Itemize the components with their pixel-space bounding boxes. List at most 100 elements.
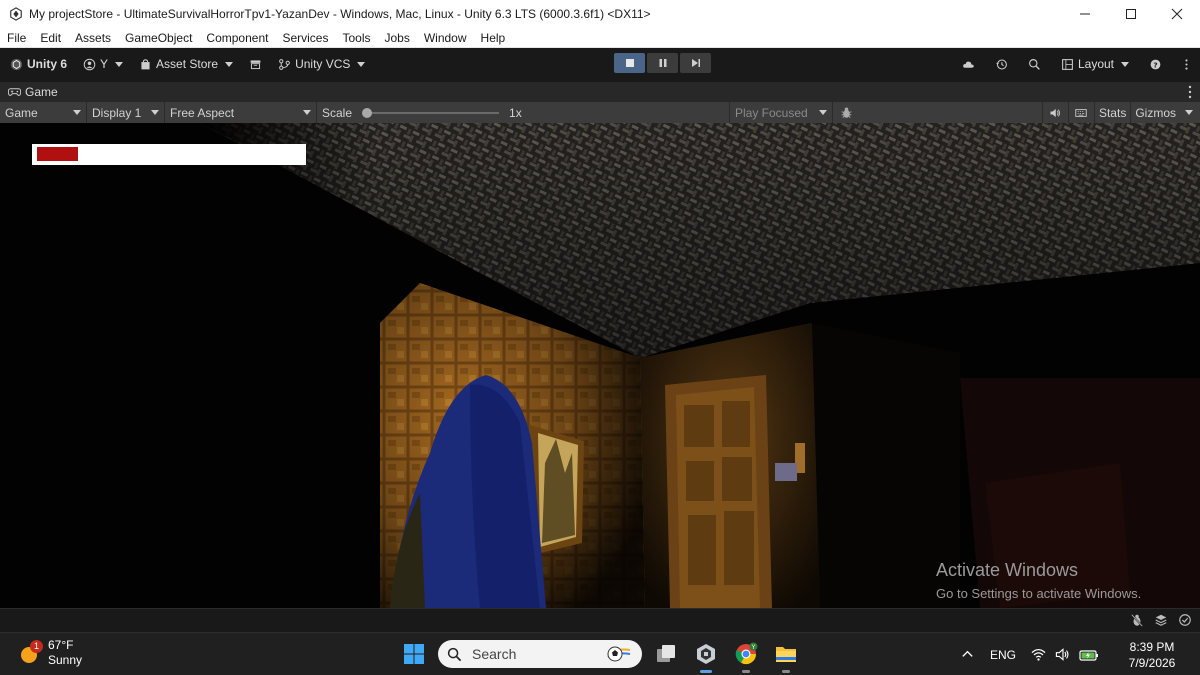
unity-hub-taskbar-button[interactable] xyxy=(690,638,722,673)
chrome-taskbar-button[interactable]: Y xyxy=(730,638,762,673)
menu-gameobject[interactable]: GameObject xyxy=(118,28,199,48)
help-icon: ? xyxy=(1150,59,1161,69)
scale-control: Scale 1x xyxy=(317,102,527,123)
shortcuts-button[interactable] xyxy=(1067,102,1094,123)
menu-bar: File Edit Assets GameObject Component Se… xyxy=(0,28,1200,48)
watermark-line2: Go to Settings to activate Windows. xyxy=(936,586,1142,601)
start-button[interactable] xyxy=(398,638,430,670)
search-icon xyxy=(447,647,462,661)
menu-component[interactable]: Component xyxy=(199,28,275,48)
gizmos-dropdown[interactable]: Gizmos xyxy=(1130,102,1200,123)
chevron-down-icon xyxy=(357,61,366,67)
vcs-label: Unity VCS xyxy=(295,57,351,71)
menu-file[interactable]: File xyxy=(0,28,33,48)
menu-services[interactable]: Services xyxy=(275,28,335,48)
game-viewport[interactable]: Activate Windows Go to Settings to activ… xyxy=(0,123,1200,608)
scale-slider-thumb[interactable] xyxy=(362,107,373,118)
status-icons xyxy=(1130,613,1192,627)
wifi-icon xyxy=(1031,648,1045,661)
menu-help[interactable]: Help xyxy=(474,28,513,48)
check-circle-icon[interactable] xyxy=(1178,613,1192,627)
menu-edit[interactable]: Edit xyxy=(33,28,68,48)
clock[interactable]: 8:39 PM 7/9/2026 xyxy=(1104,639,1200,671)
layers-icon[interactable] xyxy=(1154,613,1168,627)
history-button[interactable] xyxy=(985,48,1018,80)
help-button[interactable]: ? xyxy=(1139,48,1172,80)
more-options-button[interactable] xyxy=(1172,48,1200,80)
toolbar-right: Layout ? xyxy=(952,48,1200,80)
asset-store-dropdown[interactable]: Asset Store xyxy=(131,53,241,75)
display-dropdown[interactable]: Display 1 xyxy=(87,102,165,123)
close-icon xyxy=(1171,8,1183,20)
unity-logo-icon xyxy=(10,58,23,70)
pause-button[interactable] xyxy=(647,53,678,73)
menu-window[interactable]: Window xyxy=(417,28,474,48)
volume-button[interactable] xyxy=(1050,633,1074,675)
view-mode-dropdown[interactable]: Game xyxy=(0,102,87,123)
stats-button[interactable]: Stats xyxy=(1093,102,1130,123)
game-toolbar-right: Stats Gizmos xyxy=(1041,102,1200,123)
speaker-icon xyxy=(1055,648,1068,661)
sun-icon: 1 xyxy=(18,640,43,664)
close-button[interactable] xyxy=(1154,0,1200,28)
search-icon xyxy=(1029,58,1040,70)
speaker-icon xyxy=(1050,108,1061,117)
svg-text:?: ? xyxy=(1153,60,1157,69)
clock-date: 7/9/2026 xyxy=(1128,655,1176,670)
tab-kebab-menu-icon[interactable] xyxy=(1188,85,1192,99)
game-scene-render xyxy=(200,123,1200,608)
unity-app-icon xyxy=(10,7,22,21)
weather-notification-badge: 1 xyxy=(30,640,43,653)
aspect-dropdown[interactable]: Free Aspect xyxy=(165,102,317,123)
layout-dropdown[interactable]: Layout xyxy=(1051,57,1139,71)
input-language[interactable]: ENG xyxy=(980,648,1026,662)
scale-slider[interactable] xyxy=(362,107,500,118)
windows-logo-icon xyxy=(404,644,424,664)
package-button[interactable] xyxy=(241,53,270,75)
battery-button[interactable] xyxy=(1074,633,1104,675)
chevron-down-icon xyxy=(303,110,311,115)
health-bar xyxy=(32,144,306,165)
minimize-button[interactable] xyxy=(1062,0,1108,28)
chevron-down-icon xyxy=(73,110,81,115)
soccer-ball-icon xyxy=(607,646,631,662)
shopping-bag-icon xyxy=(141,58,150,69)
scale-label: Scale xyxy=(322,105,353,120)
cloud-button[interactable] xyxy=(952,48,985,80)
search-button[interactable] xyxy=(1018,48,1051,80)
network-button[interactable] xyxy=(1026,633,1050,675)
debug-button[interactable] xyxy=(834,102,858,123)
archive-icon xyxy=(250,59,261,69)
task-view-icon xyxy=(657,645,675,662)
task-view-button[interactable] xyxy=(650,638,682,670)
asset-store-label: Asset Store xyxy=(156,57,219,71)
file-explorer-taskbar-button[interactable] xyxy=(770,638,802,673)
unity-brand-button[interactable]: Unity 6 xyxy=(2,53,75,75)
account-dropdown[interactable]: Y xyxy=(75,53,131,75)
weather-widget[interactable]: 1 67°F Sunny xyxy=(18,638,82,668)
debug-off-icon[interactable] xyxy=(1130,613,1144,627)
chevron-down-icon xyxy=(1121,61,1129,67)
stop-button[interactable] xyxy=(614,53,645,73)
gamepad-icon xyxy=(8,88,21,96)
stop-icon xyxy=(625,59,634,67)
menu-assets[interactable]: Assets xyxy=(68,28,118,48)
windows-taskbar: 1 67°F Sunny Search Y ENG 8:39 PM 7/9/20… xyxy=(0,632,1200,675)
view-tab-bar: Game xyxy=(0,82,1200,102)
chevron-down-icon xyxy=(1185,110,1193,115)
taskbar-search-box[interactable]: Search xyxy=(438,640,642,668)
scale-value: 1x xyxy=(509,105,522,120)
layout-icon xyxy=(1062,58,1073,70)
menu-tools[interactable]: Tools xyxy=(335,28,377,48)
gizmos-label: Gizmos xyxy=(1135,105,1176,120)
mute-audio-button[interactable] xyxy=(1041,102,1068,123)
show-hidden-icons-button[interactable] xyxy=(956,633,980,675)
play-mode-dropdown[interactable]: Play Focused xyxy=(729,102,833,123)
vcs-dropdown[interactable]: Unity VCS xyxy=(270,53,373,75)
menu-jobs[interactable]: Jobs xyxy=(377,28,416,48)
activate-windows-watermark: Activate Windows Go to Settings to activ… xyxy=(936,560,1141,601)
tab-game[interactable]: Game xyxy=(0,85,66,99)
maximize-button[interactable] xyxy=(1108,0,1154,28)
step-button[interactable] xyxy=(680,53,711,73)
weather-temperature: 67°F xyxy=(48,638,74,652)
